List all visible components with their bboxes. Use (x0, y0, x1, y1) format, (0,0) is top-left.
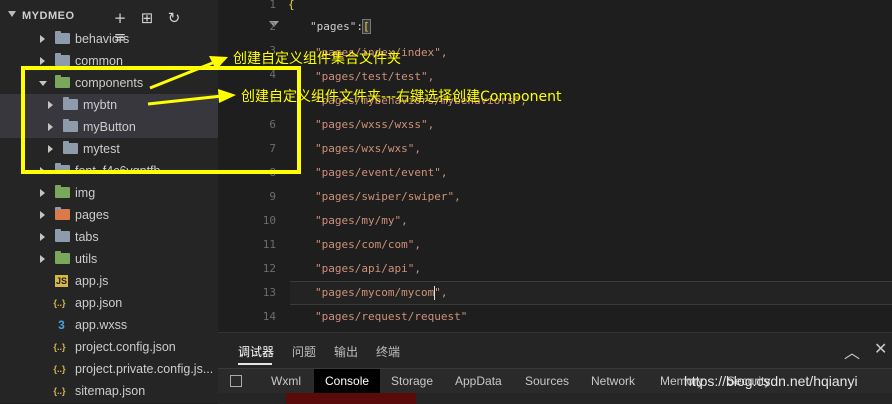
watermark: https://blog.csdn.net/hqianyi (684, 373, 858, 389)
annotation-arrow-2 (147, 94, 223, 106)
annotation-note-2: 创建自定义组件文件夹---右键选择创建Component (241, 89, 562, 105)
annotation-note-1: 创建自定义组件集合文件夹 (233, 51, 401, 67)
annotation-arrowhead-2 (218, 89, 236, 103)
annotation-arrow-1 (149, 60, 216, 90)
annotation-arrows (147, 56, 236, 106)
